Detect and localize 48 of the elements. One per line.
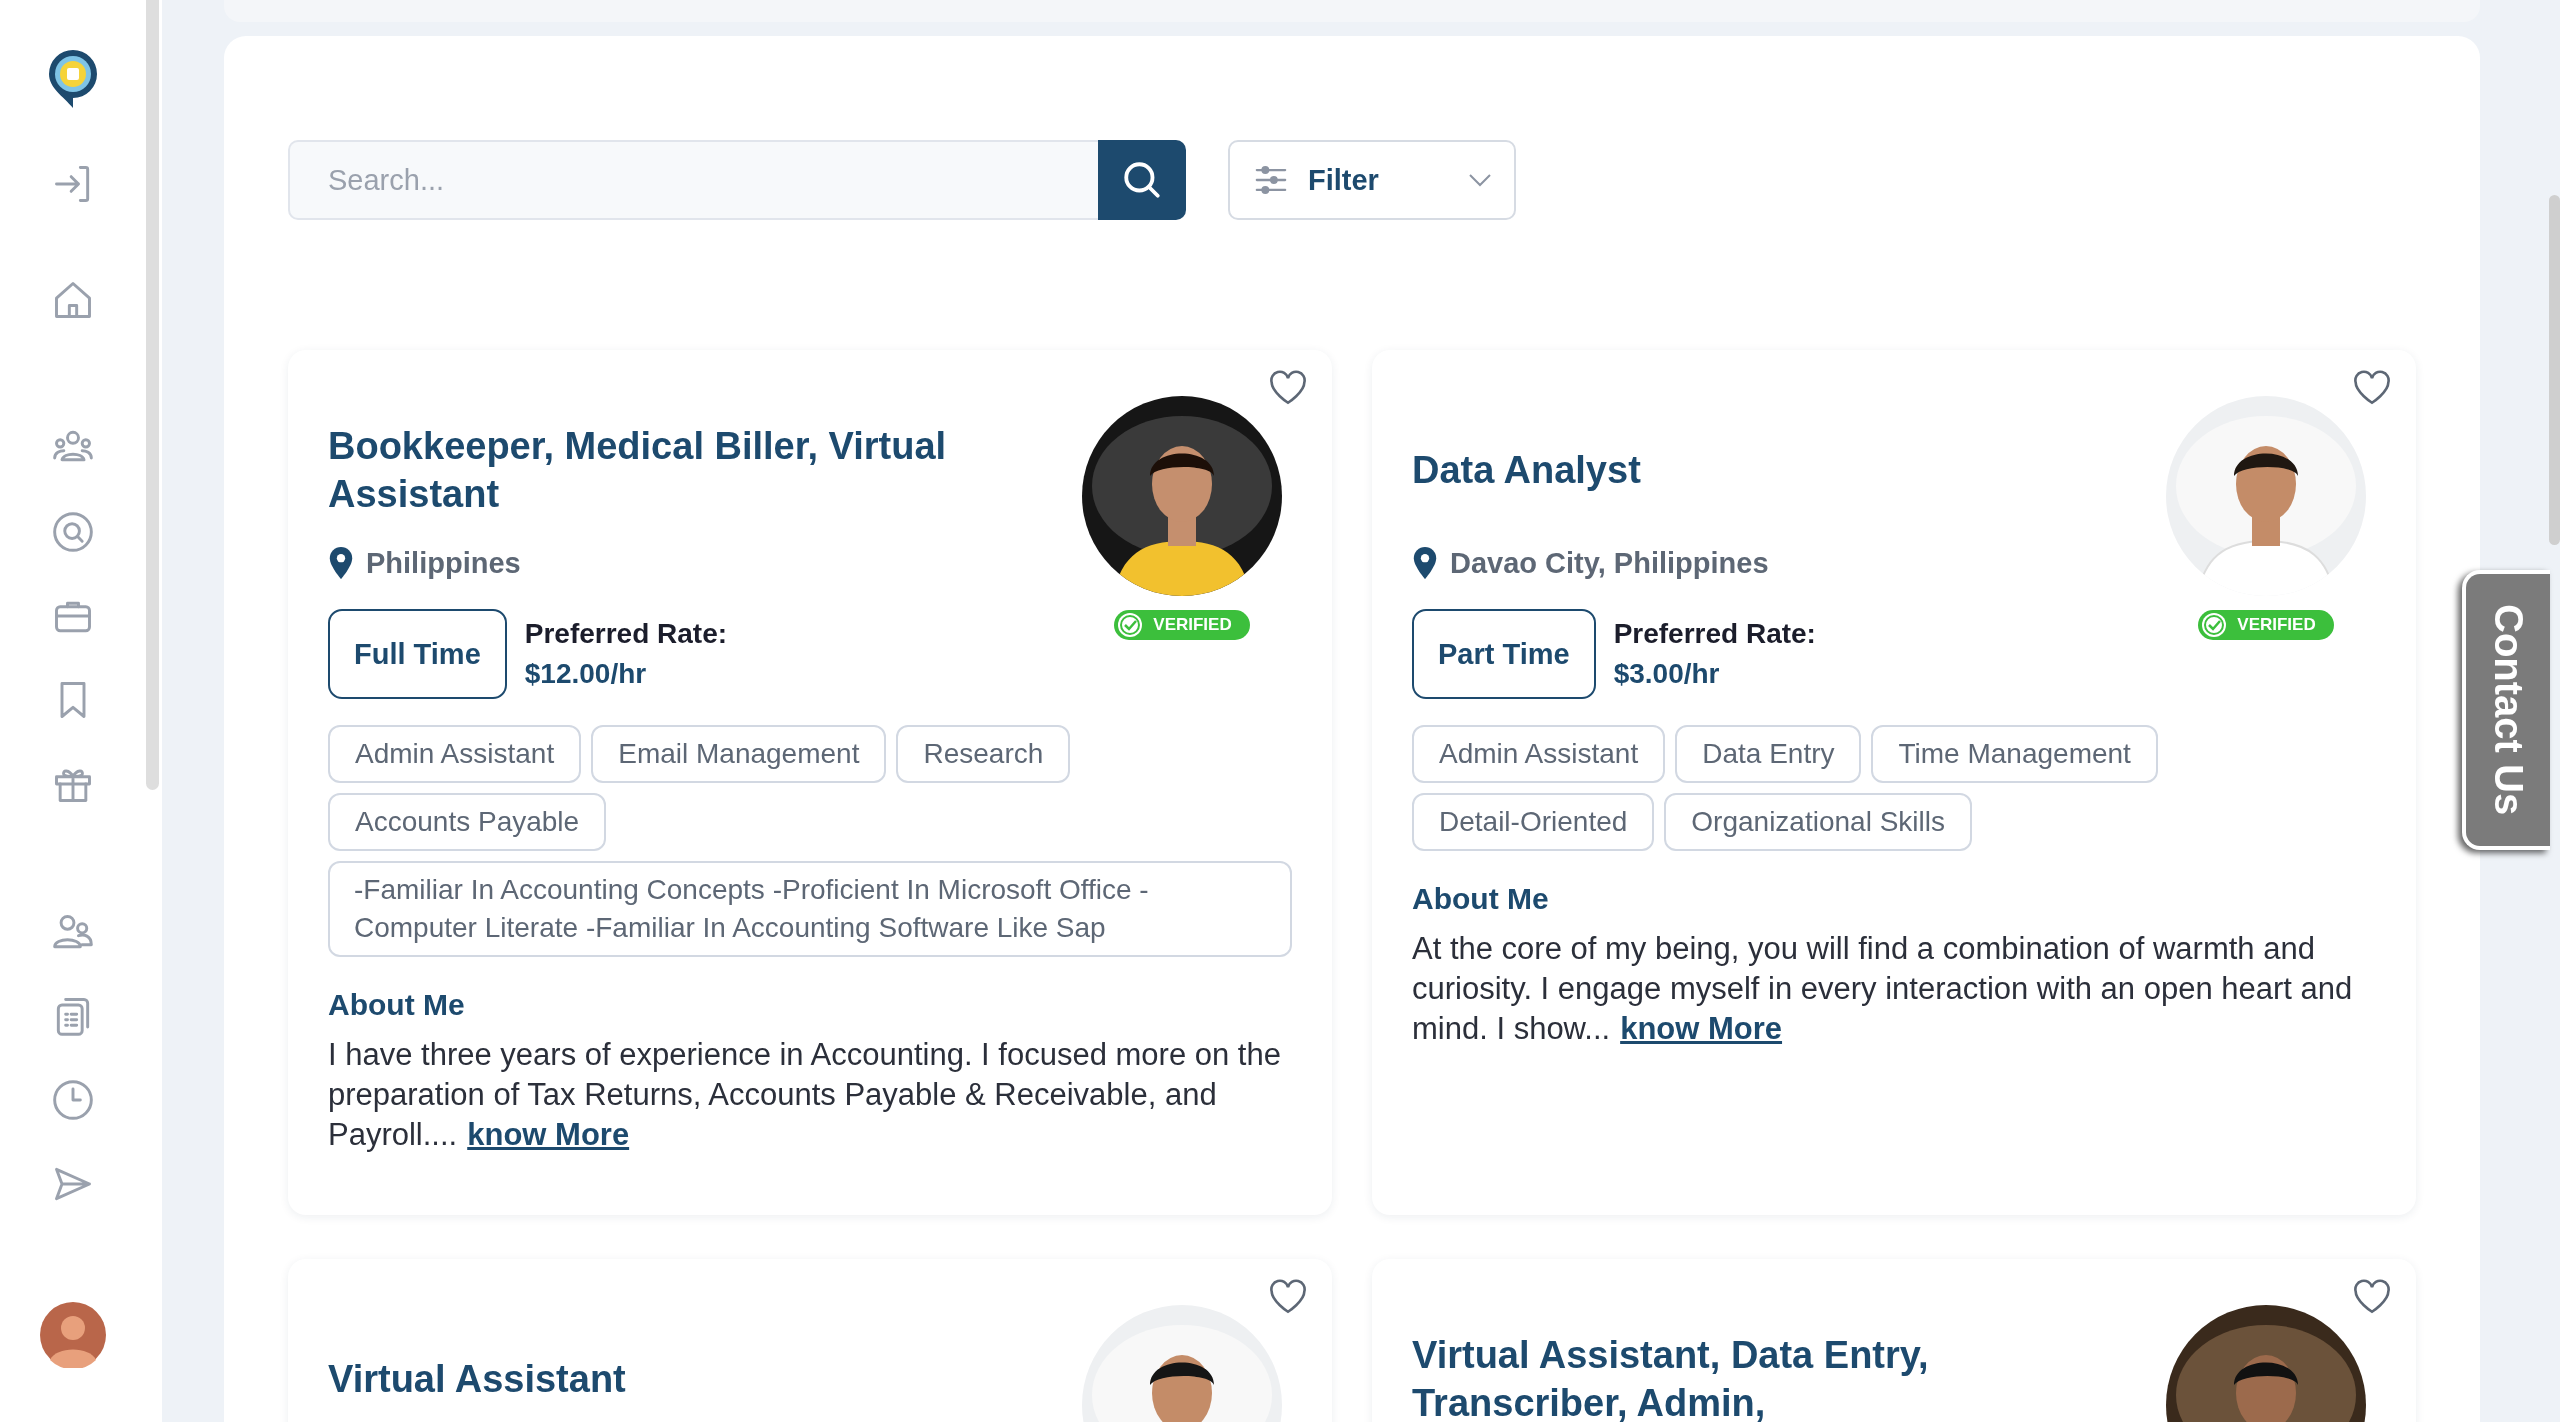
about-heading: About Me [328, 987, 466, 1023]
avatar[interactable] [40, 1302, 106, 1368]
know-more-link[interactable]: know More [467, 1117, 630, 1152]
verified-badge: VERIFIED [1114, 610, 1250, 640]
skill-tag: Research [896, 725, 1071, 783]
rate-value: $3.00/hr [1613, 657, 1721, 691]
scrollbar[interactable] [146, 0, 159, 790]
skill-tag: Detail-Oriented [1412, 793, 1655, 851]
skill-tag: Admin Assistant [328, 725, 582, 783]
skill-tag: Admin Assistant [1412, 725, 1666, 783]
clock-icon[interactable] [51, 1078, 95, 1122]
location-text: Philippines [366, 546, 521, 580]
skill-tag: Email Management [591, 725, 887, 783]
job-type-badge: Full Time [328, 609, 507, 699]
about-heading: About Me [1412, 881, 1550, 917]
search-field[interactable]: Search... [288, 140, 1098, 220]
skill-tag: Organizational Skills [1664, 793, 1972, 851]
scrollbar[interactable] [2549, 195, 2560, 545]
filter-dropdown[interactable]: Filter [1228, 140, 1516, 220]
rate-label: Preferred Rate: [524, 617, 728, 651]
chevron-down-icon [1468, 173, 1492, 187]
location-text: Davao City, Philippines [1450, 546, 1769, 580]
job-title: Virtual Assistant [328, 1357, 626, 1402]
heart-icon[interactable] [1268, 1279, 1308, 1315]
about-text: I have three years of experience in Accounting. I focused more on the preparation of Tax Returns, Accounts Payable & Receivable, and Payroll.... know More [328, 1036, 1282, 1154]
search-icon[interactable] [51, 510, 95, 554]
heart-icon[interactable] [1268, 370, 1308, 406]
rate-value: $12.00/hr [524, 657, 648, 691]
rate-label: Preferred Rate: [1613, 617, 1816, 651]
job-title: Virtual Assistant, Data Entry, Transcriber, Admin, [1412, 1333, 1930, 1422]
skill-tag: Accounts Payable [328, 793, 607, 851]
heart-icon[interactable] [2352, 1279, 2392, 1315]
know-more-link[interactable]: know More [1620, 1011, 1783, 1046]
job-title: Bookkeeper, Medical Biller, Virtual Assistant [328, 424, 948, 517]
search-icon [1121, 159, 1163, 201]
skills-summary: -Familiar In Accounting Concepts -Proficient In Microsoft Office -Computer Literate -Familiar In Accounting Software Like Sap [328, 861, 1292, 957]
about-text: At the core of my being, you will find a combination of warmth and curiosity. I engage myself in every interaction with an open heart and mind. I show... know More [1412, 930, 2354, 1048]
job-type-badge: Part Time [1412, 609, 1596, 699]
job-title: Data Analyst [1412, 448, 1641, 493]
location-pin-icon [1412, 547, 1438, 579]
location-pin-icon [328, 547, 354, 579]
heart-icon[interactable] [2352, 370, 2392, 406]
search-button[interactable] [1098, 140, 1186, 220]
sliders-icon [1254, 165, 1288, 195]
logo-icon[interactable] [47, 48, 99, 110]
verified-badge: VERIFIED [2198, 610, 2334, 640]
skill-tag: Time Management [1871, 725, 2158, 783]
skill-tag: Data Entry [1675, 725, 1862, 783]
